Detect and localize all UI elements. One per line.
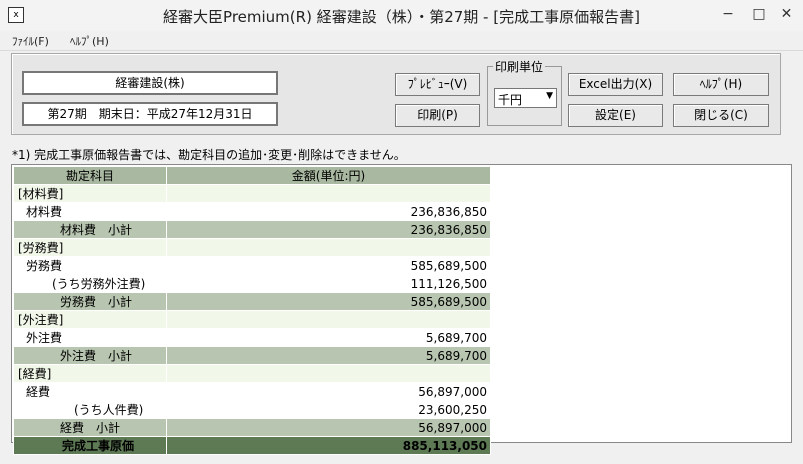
amount-cell: 585,689,500 [166, 292, 491, 311]
table-row[interactable]: 外注費 小計 5,689,700 [13, 346, 491, 365]
amount-cell: 56,897,000 [166, 382, 491, 401]
menu-bar: ﾌｧｲﾙ(F) ﾍﾙﾌﾟ(H) [0, 31, 803, 51]
amount-cell: 5,689,700 [166, 328, 491, 347]
company-name: 経審建設(株) [22, 71, 278, 95]
menu-help[interactable]: ﾍﾙﾌﾟ(H) [70, 33, 109, 49]
table-row[interactable]: 完成工事原価 885,113,050 [13, 436, 491, 455]
window-title: 経審大臣Premium(R) 経審建設（株）・第27期 - [完成工事原価報告書… [163, 8, 640, 26]
amount-cell: 5,689,700 [166, 346, 491, 365]
account-cell: 経費 小計 [13, 418, 167, 437]
table-row[interactable]: (うち労務外注費) 111,126,500 [13, 274, 491, 293]
period-info: 第27期 期末日：平成27年12月31日 [22, 102, 278, 126]
table-row[interactable]: 材料費 小計 236,836,850 [13, 220, 491, 239]
table-row[interactable]: (うち人件費) 23,600,250 [13, 400, 491, 419]
amount-cell [166, 184, 491, 203]
amount-cell: 236,836,850 [166, 202, 491, 221]
account-cell: [材料費] [13, 184, 167, 203]
amount-cell [166, 310, 491, 329]
print-unit-value: 千円 [498, 93, 523, 107]
account-cell: 材料費 小計 [13, 220, 167, 239]
table-row[interactable]: [材料費] [13, 184, 491, 203]
amount-cell: 236,836,850 [166, 220, 491, 239]
table-row[interactable]: 外注費 5,689,700 [13, 328, 491, 347]
account-cell: 外注費 [13, 328, 167, 347]
table-header-row: 勘定科目 金額(単位:円) [13, 166, 491, 185]
excel-export-button[interactable]: Excel出力(X) [568, 73, 663, 96]
account-cell: 経費 [13, 382, 167, 401]
print-button[interactable]: 印刷(P) [395, 104, 480, 127]
amount-cell: 23,600,250 [166, 400, 491, 419]
close-window-button[interactable]: ✕ [770, 0, 803, 30]
table-row[interactable]: 経費 小計 56,897,000 [13, 418, 491, 437]
amount-cell: 885,113,050 [166, 436, 491, 455]
report-table: 勘定科目 金額(単位:円) [材料費] 材料費 236,836,850 材料費 小計 2… [13, 166, 491, 455]
print-unit-group: 印刷単位 千円 ▼ [487, 58, 562, 126]
help-button[interactable]: ﾍﾙﾌﾟ(H) [673, 73, 769, 96]
account-cell: 労務費 [13, 256, 167, 275]
table-row[interactable]: [労務費] [13, 238, 491, 257]
account-cell: [外注費] [13, 310, 167, 329]
table-row[interactable]: 材料費 236,836,850 [13, 202, 491, 221]
settings-button[interactable]: 設定(E) [568, 104, 663, 127]
preview-button[interactable]: ﾌﾟﾚﾋﾞｭｰ(V) [395, 73, 480, 96]
account-cell: (うち人件費) [13, 400, 167, 419]
header-amount: 金額(単位:円) [166, 166, 491, 185]
amount-cell: 111,126,500 [166, 274, 491, 293]
account-cell: 外注費 小計 [13, 346, 167, 365]
print-unit-label: 印刷単位 [493, 58, 546, 75]
table-row[interactable]: [外注費] [13, 310, 491, 329]
print-unit-select[interactable]: 千円 ▼ [494, 88, 557, 108]
amount-cell [166, 238, 491, 257]
header-account: 勘定科目 [13, 166, 167, 185]
note-text: *1) 完成工事原価報告書では、勘定科目の追加･変更･削除はできません。 [12, 148, 406, 162]
close-icon: ✕ [780, 6, 793, 22]
table-row[interactable]: 経費 56,897,000 [13, 382, 491, 401]
account-cell: 完成工事原価 [13, 436, 167, 455]
close-button[interactable]: 閉じる(C) [673, 104, 769, 127]
account-cell: 労務費 小計 [13, 292, 167, 311]
chevron-down-icon: ▼ [546, 91, 553, 101]
table-row[interactable]: 労務費 585,689,500 [13, 256, 491, 275]
amount-cell: 56,897,000 [166, 418, 491, 437]
account-cell: [労務費] [13, 238, 167, 257]
header-panel: 経審建設(株) 第27期 期末日：平成27年12月31日 ﾌﾟﾚﾋﾞｭｰ(V) … [11, 53, 781, 135]
account-cell: [経費] [13, 364, 167, 383]
table-row[interactable]: [経費] [13, 364, 491, 383]
amount-cell [166, 364, 491, 383]
account-cell: 材料費 [13, 202, 167, 221]
report-grid[interactable]: 勘定科目 金額(単位:円) [材料費] 材料費 236,836,850 材料費 小計 2… [11, 164, 792, 455]
account-cell: (うち労務外注費) [13, 274, 167, 293]
title-bar: x 経審大臣Premium(R) 経審建設（株）・第27期 - [完成工事原価報… [0, 0, 803, 32]
menu-file[interactable]: ﾌｧｲﾙ(F) [12, 33, 49, 49]
amount-cell: 585,689,500 [166, 256, 491, 275]
table-row[interactable]: 労務費 小計 585,689,500 [13, 292, 491, 311]
